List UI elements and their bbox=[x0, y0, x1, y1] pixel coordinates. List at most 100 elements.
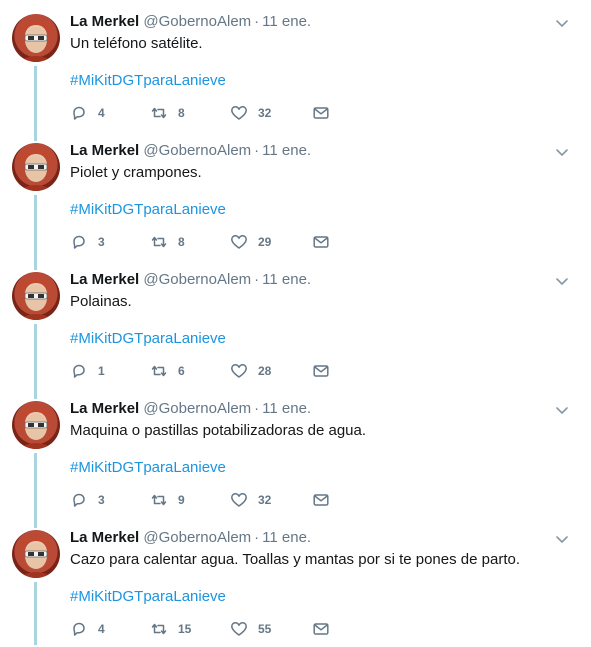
reply-button[interactable]: 4 bbox=[70, 103, 105, 123]
chevron-down-icon[interactable] bbox=[552, 16, 572, 32]
direct-message-button[interactable] bbox=[312, 490, 330, 510]
chevron-down-icon[interactable] bbox=[552, 145, 572, 161]
tweet-timestamp[interactable]: 11 ene. bbox=[262, 142, 311, 159]
avatar[interactable] bbox=[12, 530, 60, 578]
author-handle[interactable]: @GobernoAlem bbox=[143, 142, 251, 159]
reply-button[interactable]: 1 bbox=[70, 361, 105, 381]
envelope-icon bbox=[313, 494, 329, 506]
heart-icon bbox=[231, 622, 247, 636]
retweet-button[interactable]: 9 bbox=[150, 490, 185, 510]
thread-connector bbox=[34, 324, 37, 387]
direct-message-button[interactable] bbox=[312, 361, 330, 381]
thread-connector bbox=[34, 195, 37, 258]
avatar[interactable] bbox=[12, 401, 60, 449]
direct-message-button[interactable] bbox=[312, 103, 330, 123]
author-handle[interactable]: @GobernoAlem bbox=[143, 529, 251, 546]
like-count: 28 bbox=[258, 364, 272, 378]
thread-connector bbox=[34, 66, 37, 129]
thread-connector bbox=[34, 582, 37, 645]
reply-icon bbox=[73, 622, 85, 636]
retweet-icon bbox=[151, 236, 167, 248]
retweet-count: 6 bbox=[178, 364, 185, 378]
tweet-text: Maquina o pastillas potabilizadoras de a… bbox=[70, 422, 367, 439]
tweet-text: Polainas. bbox=[70, 293, 132, 310]
separator-dot: · bbox=[254, 271, 260, 288]
like-count: 32 bbox=[258, 106, 272, 120]
reply-button[interactable]: 4 bbox=[70, 619, 105, 639]
retweet-count: 8 bbox=[178, 106, 185, 120]
heart-icon bbox=[231, 235, 247, 249]
reply-icon bbox=[73, 235, 85, 249]
envelope-icon bbox=[313, 236, 329, 248]
like-count: 55 bbox=[258, 622, 272, 636]
hashtag-link[interactable]: #MiKitDGTparaLanieve bbox=[70, 71, 226, 91]
hashtag-link[interactable]: #MiKitDGTparaLanieve bbox=[70, 458, 226, 478]
hashtag-link[interactable]: #MiKitDGTparaLanieve bbox=[70, 329, 226, 349]
heart-icon bbox=[231, 364, 247, 378]
reply-button[interactable]: 3 bbox=[70, 232, 105, 252]
tweet-timestamp[interactable]: 11 ene. bbox=[262, 529, 311, 546]
tweet[interactable]: La Merkel @GobernoAlem · 11 ene. Polainas.… bbox=[0, 258, 591, 387]
thread-connector bbox=[34, 453, 37, 516]
direct-message-button[interactable] bbox=[312, 232, 330, 252]
reply-button[interactable]: 3 bbox=[70, 490, 105, 510]
retweet-button[interactable]: 8 bbox=[150, 103, 185, 123]
author-handle[interactable]: @GobernoAlem bbox=[143, 13, 251, 30]
reply-count: 3 bbox=[98, 235, 105, 249]
retweet-icon bbox=[151, 365, 167, 377]
separator-dot: · bbox=[254, 529, 260, 546]
like-button[interactable]: 28 bbox=[230, 361, 271, 381]
chevron-down-icon[interactable] bbox=[552, 274, 572, 290]
avatar[interactable] bbox=[12, 272, 60, 320]
author-handle[interactable]: @GobernoAlem bbox=[143, 400, 251, 417]
retweet-count: 9 bbox=[178, 493, 185, 507]
tweet-timestamp[interactable]: 11 ene. bbox=[262, 400, 311, 417]
separator-dot: · bbox=[254, 142, 260, 159]
like-button[interactable]: 55 bbox=[230, 619, 271, 639]
avatar[interactable] bbox=[12, 143, 60, 191]
author-handle[interactable]: @GobernoAlem bbox=[143, 271, 251, 288]
tweet[interactable]: La Merkel @GobernoAlem · 11 ene. Cazo para… bbox=[0, 516, 591, 645]
direct-message-button[interactable] bbox=[312, 619, 330, 639]
thread-connector bbox=[34, 516, 37, 528]
retweet-button[interactable]: 8 bbox=[150, 232, 185, 252]
hashtag-link[interactable]: #MiKitDGTparaLanieve bbox=[70, 587, 226, 607]
author-name[interactable]: La Merkel bbox=[70, 529, 139, 546]
author-name[interactable]: La Merkel bbox=[70, 271, 139, 288]
tweet[interactable]: La Merkel @GobernoAlem · 11 ene. Piolet y … bbox=[0, 129, 591, 258]
thread-connector bbox=[34, 129, 37, 141]
thread-connector bbox=[34, 387, 37, 399]
like-button[interactable]: 32 bbox=[230, 490, 271, 510]
author-name[interactable]: La Merkel bbox=[70, 400, 139, 417]
reply-count: 1 bbox=[98, 364, 105, 378]
author-name[interactable]: La Merkel bbox=[70, 142, 139, 159]
thread-connector bbox=[34, 258, 37, 270]
hashtag-link[interactable]: #MiKitDGTparaLanieve bbox=[70, 200, 226, 220]
tweet[interactable]: La Merkel @GobernoAlem · 11 ene. Maquina o… bbox=[0, 387, 591, 516]
tweet-timestamp[interactable]: 11 ene. bbox=[262, 13, 311, 30]
like-button[interactable]: 29 bbox=[230, 232, 271, 252]
envelope-icon bbox=[313, 107, 329, 119]
tweet-text: Piolet y crampones. bbox=[70, 164, 202, 181]
reply-count: 4 bbox=[98, 106, 105, 120]
reply-icon bbox=[73, 493, 85, 507]
retweet-count: 8 bbox=[178, 235, 185, 249]
reply-icon bbox=[73, 364, 85, 378]
reply-icon bbox=[73, 106, 85, 120]
like-count: 29 bbox=[258, 235, 272, 249]
retweet-icon bbox=[151, 623, 167, 635]
chevron-down-icon[interactable] bbox=[552, 403, 572, 419]
chevron-down-icon[interactable] bbox=[552, 532, 572, 548]
retweet-icon bbox=[151, 107, 167, 119]
retweet-count: 15 bbox=[178, 622, 192, 636]
like-button[interactable]: 32 bbox=[230, 103, 271, 123]
retweet-button[interactable]: 6 bbox=[150, 361, 185, 381]
tweet-timestamp[interactable]: 11 ene. bbox=[262, 271, 311, 288]
author-name[interactable]: La Merkel bbox=[70, 13, 139, 30]
separator-dot: · bbox=[254, 400, 260, 417]
avatar[interactable] bbox=[12, 14, 60, 62]
retweet-button[interactable]: 15 bbox=[150, 619, 191, 639]
reply-count: 3 bbox=[98, 493, 105, 507]
tweet[interactable]: La Merkel @GobernoAlem · 11 ene. Un teléfo… bbox=[0, 0, 591, 129]
separator-dot: · bbox=[254, 13, 260, 30]
